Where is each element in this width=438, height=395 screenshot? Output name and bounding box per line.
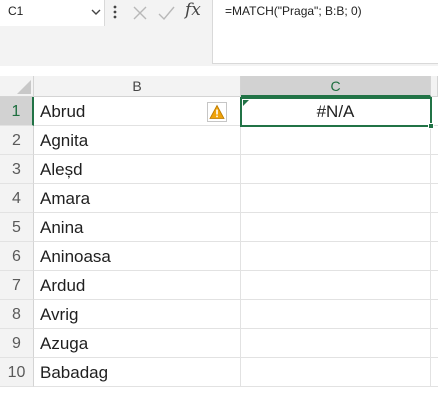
fill-handle[interactable] (428, 123, 434, 129)
table-row: 6 Aninoasa (0, 242, 438, 271)
cell-b7[interactable]: Ardud (34, 271, 241, 300)
cell-c3[interactable] (241, 155, 431, 184)
column-header-c[interactable]: C (241, 76, 431, 97)
row-header[interactable]: 10 (0, 358, 34, 387)
select-all-corner[interactable] (0, 76, 34, 97)
cell-c9[interactable] (241, 329, 431, 358)
table-row: 9 Azuga (0, 329, 438, 358)
error-indicator-icon (243, 100, 249, 106)
cell-d2[interactable] (431, 126, 438, 155)
cell-b3[interactable]: Aleșd (34, 155, 241, 184)
cell-d6[interactable] (431, 242, 438, 271)
table-row: 8 Avrig (0, 300, 438, 329)
cell-b8[interactable]: Avrig (34, 300, 241, 329)
warning-icon[interactable] (209, 104, 225, 120)
cell-d7[interactable] (431, 271, 438, 300)
more-vertical-icon[interactable] (111, 4, 119, 20)
row-header[interactable]: 8 (0, 300, 34, 329)
cell-d8[interactable] (431, 300, 438, 329)
cell-b10[interactable]: Babadag (34, 358, 241, 387)
row-header[interactable]: 3 (0, 155, 34, 184)
cell-d1[interactable] (431, 97, 438, 126)
cell-b6[interactable]: Aninoasa (34, 242, 241, 271)
row-header[interactable]: 9 (0, 329, 34, 358)
table-row: 10 Babadag (0, 358, 438, 387)
cell-b9[interactable]: Azuga (34, 329, 241, 358)
cancel-icon[interactable] (130, 3, 150, 23)
cell-d3[interactable] (431, 155, 438, 184)
column-header-b[interactable]: B (34, 76, 241, 97)
table-row: 4 Amara (0, 184, 438, 213)
cell-c7[interactable] (241, 271, 431, 300)
error-warning-button[interactable] (207, 102, 227, 122)
row-header[interactable]: 1 (0, 97, 34, 126)
row-header[interactable]: 5 (0, 213, 34, 242)
formula-bar-area: C1 fx =MATCH("Praga"; B:B; 0) (0, 0, 438, 66)
fx-icon[interactable]: fx (185, 0, 201, 20)
cell-b4[interactable]: Amara (34, 184, 241, 213)
column-header-d[interactable] (431, 76, 438, 97)
formula-text[interactable]: =MATCH("Praga"; B:B; 0) (225, 4, 362, 18)
cell-c4[interactable] (241, 184, 431, 213)
cell-b2[interactable]: Agnita (34, 126, 241, 155)
cell-b5[interactable]: Anina (34, 213, 241, 242)
table-row: 2 Agnita (0, 126, 438, 155)
chevron-down-icon[interactable] (90, 6, 102, 18)
enter-check-icon[interactable] (156, 3, 176, 23)
cell-c10[interactable] (241, 358, 431, 387)
row-header[interactable]: 4 (0, 184, 34, 213)
table-row: 3 Aleșd (0, 155, 438, 184)
formula-input[interactable]: =MATCH("Praga"; B:B; 0) (212, 0, 438, 64)
cell-c8[interactable] (241, 300, 431, 329)
table-row: 5 Anina (0, 213, 438, 242)
row-header[interactable]: 6 (0, 242, 34, 271)
cell-c6[interactable] (241, 242, 431, 271)
active-cell-border (240, 97, 434, 129)
name-box[interactable]: C1 (0, 0, 105, 26)
cell-c2[interactable] (241, 126, 431, 155)
cell-c5[interactable] (241, 213, 431, 242)
row-header[interactable]: 2 (0, 126, 34, 155)
table-row: 7 Ardud (0, 271, 438, 300)
cell-d4[interactable] (431, 184, 438, 213)
cell-d9[interactable] (431, 329, 438, 358)
row-header[interactable]: 7 (0, 271, 34, 300)
cell-d5[interactable] (431, 213, 438, 242)
spreadsheet-grid: B C 1 Abrud #N/A 2 Agnita 3 Aleșd 4 Amar… (0, 76, 438, 395)
name-box-value[interactable]: C1 (8, 4, 23, 18)
cell-d10[interactable] (431, 358, 438, 387)
